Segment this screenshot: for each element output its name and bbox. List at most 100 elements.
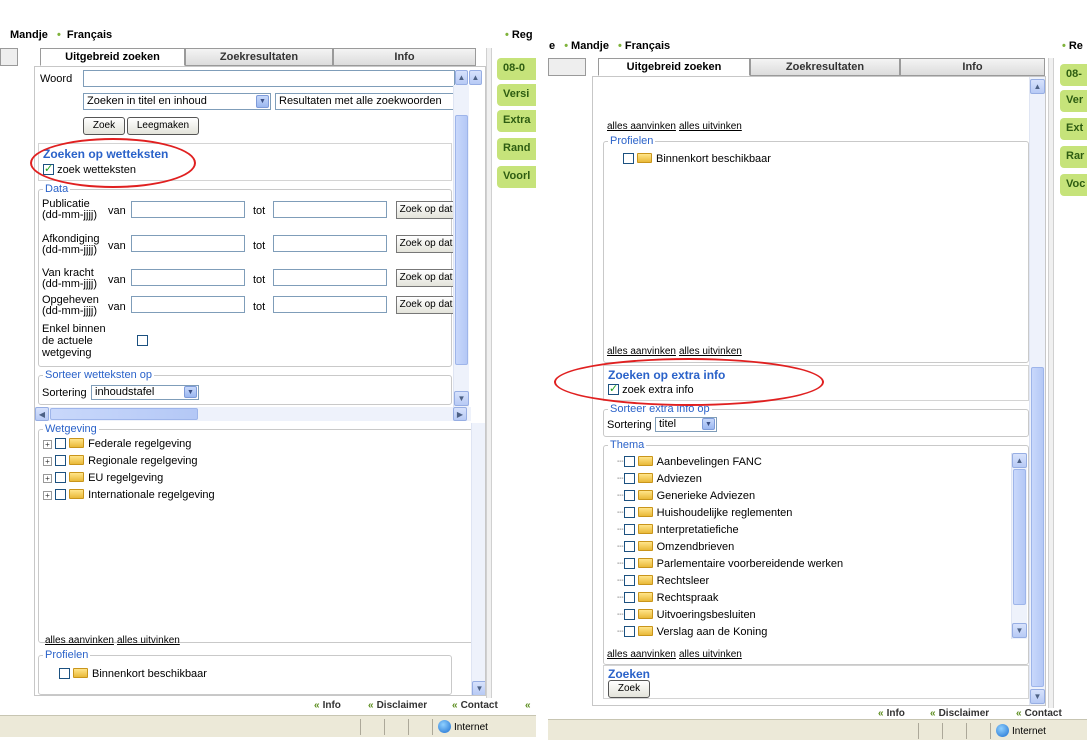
footer-info[interactable]: «Info bbox=[314, 700, 341, 711]
zoek-op-datum-button[interactable]: Zoek op dat bbox=[396, 296, 456, 314]
footer-contact[interactable]: «Contact bbox=[1016, 708, 1062, 719]
scroll-down-button[interactable]: ▼ bbox=[454, 391, 469, 406]
uncheck-all-link[interactable]: alles uitvinken bbox=[117, 635, 180, 646]
afkondiging-tot-input[interactable] bbox=[273, 235, 387, 252]
side-tab-rand[interactable]: Rand bbox=[497, 138, 536, 160]
tree-item[interactable]: ┄ Verslag aan de Koning bbox=[617, 625, 767, 638]
profielen-item[interactable]: Binnenkort beschikbaar bbox=[59, 668, 207, 680]
expand-icon[interactable]: + bbox=[43, 474, 52, 483]
tree-item[interactable]: ┄ Uitvoeringsbesluiten bbox=[617, 608, 756, 621]
checkbox[interactable] bbox=[623, 609, 635, 620]
expand-icon[interactable]: + bbox=[43, 457, 52, 466]
mode-select[interactable]: Resultaten met alle zoekwoorden bbox=[275, 93, 457, 110]
inner-scroll-thumb[interactable] bbox=[455, 115, 468, 365]
nav-mandje[interactable]: Mandje bbox=[571, 40, 609, 52]
checkbox[interactable] bbox=[623, 558, 635, 569]
thema-scroll-thumb[interactable] bbox=[1013, 469, 1026, 605]
tab-zoekresultaten[interactable]: Zoekresultaten bbox=[185, 48, 333, 66]
checkbox[interactable] bbox=[55, 455, 67, 466]
side-tab-voorl[interactable]: Voorl bbox=[497, 166, 536, 188]
check-all-link[interactable]: alles aanvinken bbox=[607, 346, 676, 357]
collapsed-pane[interactable] bbox=[548, 58, 586, 76]
sortering-select[interactable]: inhoudstafel ▼ bbox=[91, 385, 199, 400]
scope-select[interactable]: Zoeken in titel en inhoud ▼ bbox=[83, 93, 271, 110]
checkbox[interactable] bbox=[623, 153, 634, 164]
actuele-wetgeving-checkbox[interactable] bbox=[137, 335, 148, 346]
zoek-op-datum-button[interactable]: Zoek op dat bbox=[396, 235, 456, 253]
nav-fragment[interactable]: e bbox=[549, 40, 555, 52]
sortering-select[interactable]: titel ▼ bbox=[655, 417, 717, 432]
tree-item[interactable]: ┄ Rechtspraak bbox=[617, 591, 718, 604]
tab-uitgebreid-zoeken[interactable]: Uitgebreid zoeken bbox=[598, 58, 750, 76]
nav-francais[interactable]: Français bbox=[67, 29, 112, 41]
scroll-down-button[interactable]: ▼ bbox=[472, 681, 485, 695]
side-tab-voorl[interactable]: Voc bbox=[1060, 174, 1087, 196]
tree-item[interactable]: + EU regelgeving bbox=[43, 472, 163, 484]
uncheck-all-link[interactable]: alles uitvinken bbox=[679, 649, 742, 660]
profielen-item[interactable]: Binnenkort beschikbaar bbox=[623, 153, 771, 165]
scroll-down-button[interactable]: ▼ bbox=[1012, 623, 1027, 638]
collapsed-pane[interactable] bbox=[0, 48, 18, 66]
expand-icon[interactable]: + bbox=[43, 491, 52, 500]
woord-input[interactable] bbox=[83, 70, 455, 87]
uncheck-all-link[interactable]: alles uitvinken bbox=[679, 121, 742, 132]
expand-icon[interactable]: + bbox=[43, 440, 52, 449]
tree-item[interactable]: ┄ Rechtsleer bbox=[617, 574, 709, 587]
checkbox[interactable] bbox=[623, 626, 635, 637]
thema-scrollbar[interactable]: ▲ ▼ bbox=[1011, 453, 1027, 639]
tree-item[interactable]: + Regionale regelgeving bbox=[43, 455, 198, 467]
tab-zoekresultaten[interactable]: Zoekresultaten bbox=[750, 58, 900, 76]
tree-item[interactable]: ┄ Adviezen bbox=[617, 472, 702, 485]
footer-more[interactable]: « bbox=[525, 700, 534, 711]
checkbox[interactable] bbox=[623, 541, 635, 552]
scroll-right-button[interactable]: ▶ bbox=[453, 407, 467, 421]
splitter-handle[interactable] bbox=[486, 48, 492, 698]
checkbox[interactable] bbox=[59, 668, 70, 679]
tree-item[interactable]: ┄ Omzendbrieven bbox=[617, 540, 734, 553]
tree-item[interactable]: ┄ Huishoudelijke reglementen bbox=[617, 506, 792, 519]
footer-contact[interactable]: «Contact bbox=[452, 700, 498, 711]
scroll-up-button[interactable]: ▲ bbox=[1030, 79, 1045, 94]
checkbox[interactable] bbox=[623, 490, 635, 501]
checkbox[interactable] bbox=[623, 507, 635, 518]
tab-info[interactable]: Info bbox=[333, 48, 476, 66]
tree-item[interactable]: + Internationale regelgeving bbox=[43, 489, 215, 501]
zoek-op-datum-button[interactable]: Zoek op dat bbox=[396, 269, 456, 287]
nav-re[interactable]: Re bbox=[1069, 40, 1083, 52]
zoek-op-datum-button[interactable]: Zoek op dat bbox=[396, 201, 456, 219]
side-tab-extra[interactable]: Ext bbox=[1060, 118, 1087, 140]
check-all-link[interactable]: alles aanvinken bbox=[45, 635, 114, 646]
nav-reg[interactable]: Reg bbox=[512, 29, 533, 41]
horizontal-scroll-thumb[interactable] bbox=[50, 408, 198, 420]
nav-francais[interactable]: Français bbox=[625, 40, 670, 52]
leegmaken-button[interactable]: Leegmaken bbox=[127, 117, 199, 135]
outer-scroll-thumb[interactable] bbox=[1031, 367, 1044, 687]
outer-vertical-scrollbar[interactable]: ▲ ▼ bbox=[1029, 77, 1045, 705]
side-tab-extra[interactable]: Extra bbox=[497, 110, 536, 132]
tree-item[interactable]: ┄ Interpretatiefiche bbox=[617, 523, 739, 536]
check-all-link[interactable]: alles aanvinken bbox=[607, 121, 676, 132]
zoek-button[interactable]: Zoek bbox=[83, 117, 125, 135]
footer-info[interactable]: «Info bbox=[878, 708, 905, 719]
zoek-button[interactable]: Zoek bbox=[608, 680, 650, 698]
tab-info[interactable]: Info bbox=[900, 58, 1045, 76]
publicatie-tot-input[interactable] bbox=[273, 201, 387, 218]
scroll-up-button[interactable]: ▲ bbox=[1012, 453, 1027, 468]
scroll-left-button[interactable]: ◀ bbox=[35, 407, 49, 421]
nav-mandje[interactable]: Mandje bbox=[10, 29, 48, 41]
checkbox[interactable] bbox=[55, 489, 67, 500]
side-tab-date[interactable]: 08-0 bbox=[497, 58, 536, 80]
opgeheven-van-input[interactable] bbox=[131, 296, 245, 313]
checkbox[interactable] bbox=[623, 473, 635, 484]
side-tab-date[interactable]: 08- bbox=[1060, 64, 1087, 86]
check-all-link[interactable]: alles aanvinken bbox=[607, 649, 676, 660]
scroll-down-button[interactable]: ▼ bbox=[1030, 689, 1045, 704]
tree-item[interactable]: ┄ Parlementaire voorbereidende werken bbox=[617, 557, 843, 570]
opgeheven-tot-input[interactable] bbox=[273, 296, 387, 313]
van-kracht-van-input[interactable] bbox=[131, 269, 245, 286]
checkbox[interactable] bbox=[623, 456, 635, 467]
footer-disclaimer[interactable]: «Disclaimer bbox=[930, 708, 989, 719]
tree-item[interactable]: ┄ Generieke Adviezen bbox=[617, 489, 755, 502]
footer-disclaimer[interactable]: «Disclaimer bbox=[368, 700, 427, 711]
checkbox[interactable] bbox=[55, 472, 67, 483]
